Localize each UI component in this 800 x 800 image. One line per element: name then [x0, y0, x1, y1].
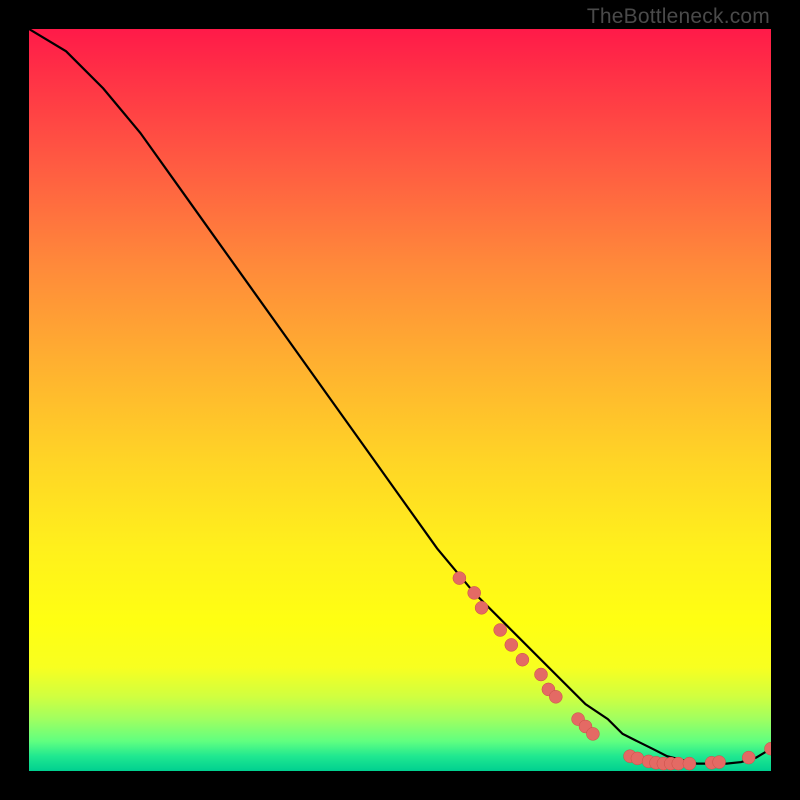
gradient-background: [29, 29, 771, 771]
attribution-label: TheBottleneck.com: [587, 5, 770, 29]
